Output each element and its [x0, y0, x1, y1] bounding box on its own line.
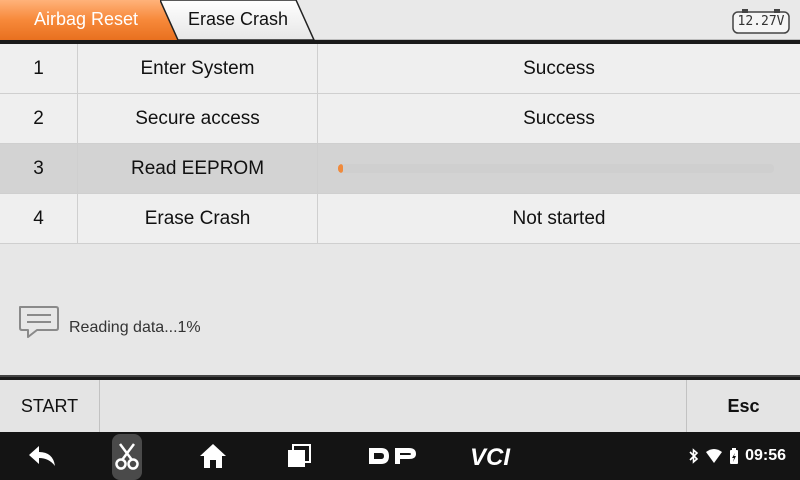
status-message: Reading data...1%	[69, 319, 201, 336]
step-status: Success	[523, 108, 595, 129]
step-status: Not started	[512, 208, 606, 229]
action-bar: START Esc	[0, 380, 800, 432]
wifi-icon	[706, 449, 723, 463]
breadcrumb-airbag-reset[interactable]: Airbag Reset	[0, 0, 180, 40]
table-row-active: 3 Read EEPROM	[0, 144, 800, 194]
breadcrumb-label: Airbag Reset	[34, 9, 139, 29]
home-button[interactable]	[196, 432, 230, 480]
step-status: Success	[523, 58, 595, 79]
recent-apps-icon	[288, 444, 311, 467]
table-row: 4 Erase Crash Not started	[0, 194, 800, 244]
battery-icon	[730, 448, 739, 464]
table-row: 2 Secure access Success	[0, 94, 800, 144]
step-number: 1	[0, 44, 78, 94]
step-number: 3	[0, 144, 78, 194]
recent-apps-button[interactable]	[282, 432, 316, 480]
back-button[interactable]	[22, 432, 62, 480]
vci-app-button[interactable]: VCI	[466, 432, 530, 480]
status-area: 09:56	[689, 446, 786, 466]
vci-logo-icon: VCI	[470, 444, 511, 468]
scissors-button[interactable]	[112, 432, 142, 480]
step-number: 2	[0, 94, 78, 144]
step-name: Erase Crash	[78, 194, 318, 244]
step-name: Read EEPROM	[78, 144, 318, 194]
dp-app-button[interactable]	[362, 432, 422, 480]
breadcrumb-label: Erase Crash	[188, 9, 289, 29]
scissors-icon	[115, 443, 139, 470]
step-status-progress	[318, 144, 800, 194]
system-nav-bar: VCI 09:56	[0, 432, 800, 480]
message-panel: Reading data...1%	[0, 244, 800, 377]
message-icon	[17, 304, 61, 345]
progress-bar-fill	[338, 164, 343, 173]
start-button[interactable]: START	[0, 380, 100, 432]
back-icon	[29, 446, 55, 466]
esc-button[interactable]: Esc	[686, 380, 800, 432]
svg-text:VCI: VCI	[470, 444, 511, 468]
header-bar: Airbag Reset Erase Crash 12.27V	[0, 0, 800, 40]
step-number: 4	[0, 194, 78, 244]
home-icon	[200, 444, 226, 468]
dp-logo-icon	[369, 448, 416, 464]
step-name: Secure access	[78, 94, 318, 144]
progress-bar	[338, 164, 774, 173]
clock: 09:56	[745, 447, 786, 464]
step-name: Enter System	[78, 44, 318, 94]
table-row: 1 Enter System Success	[0, 44, 800, 94]
voltage-value: 12.27V	[737, 14, 785, 29]
steps-table: 1 Enter System Success 2 Secure access S…	[0, 44, 800, 244]
breadcrumb-erase-crash[interactable]: Erase Crash	[160, 0, 320, 40]
bluetooth-icon	[689, 448, 699, 464]
battery-voltage-indicator: 12.27V	[732, 8, 790, 34]
